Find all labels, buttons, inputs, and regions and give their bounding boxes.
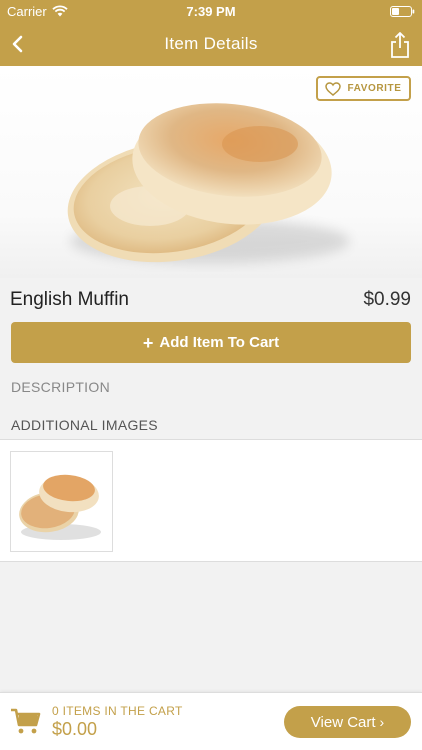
nav-bar: Item Details xyxy=(0,22,422,66)
favorite-button[interactable]: FAVORITE xyxy=(316,76,411,101)
shopping-cart-icon[interactable] xyxy=(10,707,42,735)
header: Carrier 7:39 PM Item Details xyxy=(0,0,422,66)
add-to-cart-label: Add Item To Cart xyxy=(159,334,280,351)
cart-total: $0.00 xyxy=(52,719,98,739)
heart-icon xyxy=(325,81,342,96)
additional-images-heading: ADDITIONAL IMAGES xyxy=(11,417,158,433)
cart-bar: 0 ITEMS IN THE CART $0.00 View Cart › xyxy=(0,692,422,750)
page-title: Item Details xyxy=(164,34,258,53)
status-time: 7:39 PM xyxy=(186,4,236,19)
additional-images-strip xyxy=(0,439,422,562)
view-cart-button[interactable]: View Cart › xyxy=(284,706,411,738)
favorite-label: FAVORITE xyxy=(347,83,402,94)
product-image: FAVORITE xyxy=(0,66,422,278)
status-bar: Carrier 7:39 PM xyxy=(0,0,422,22)
share-icon[interactable] xyxy=(388,31,412,59)
battery-icon xyxy=(390,6,415,17)
view-cart-label: View Cart xyxy=(310,713,376,731)
cart-item-count: 0 ITEMS IN THE CART xyxy=(52,704,183,718)
add-to-cart-button[interactable]: + Add Item To Cart xyxy=(11,322,411,363)
english-muffin-thumbnail-image xyxy=(19,474,101,540)
chevron-right-icon: › xyxy=(379,714,385,730)
description-heading: DESCRIPTION xyxy=(11,379,110,395)
plus-icon: + xyxy=(142,332,154,353)
product-price: $0.99 xyxy=(363,289,411,310)
additional-image-thumbnail[interactable] xyxy=(10,451,113,552)
product-name: English Muffin xyxy=(10,289,129,310)
